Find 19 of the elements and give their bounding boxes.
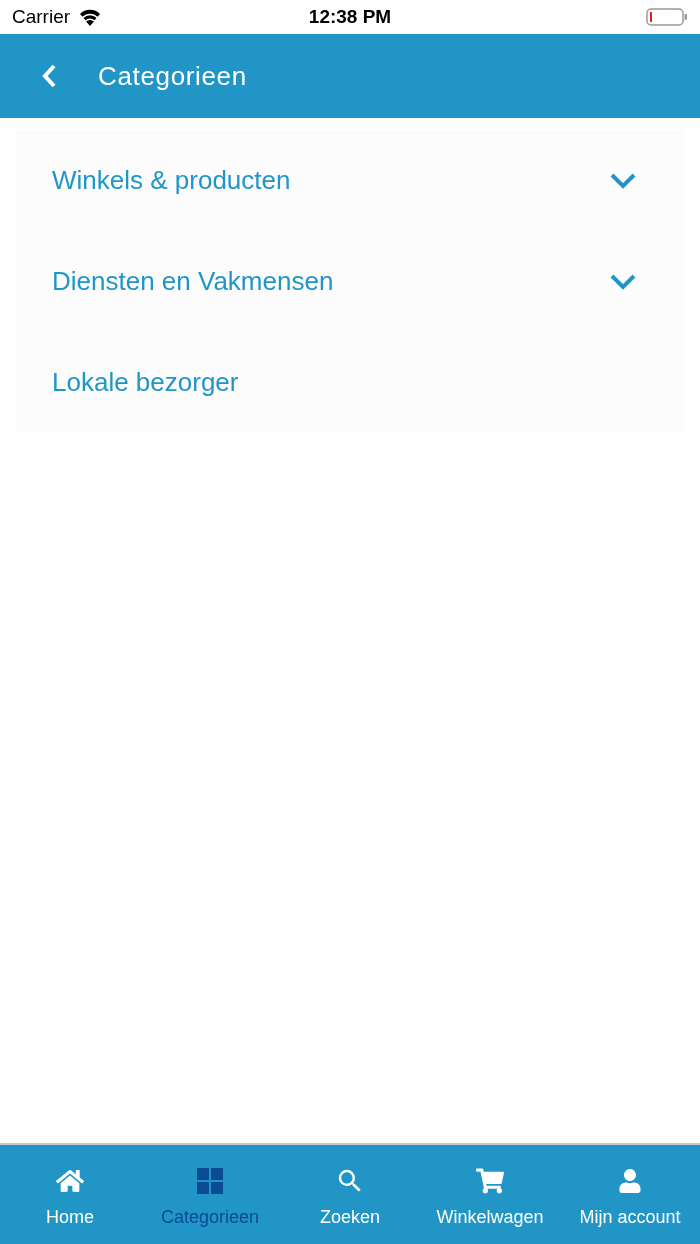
back-button[interactable] <box>40 63 58 89</box>
person-icon <box>618 1169 642 1193</box>
back-icon <box>40 63 58 89</box>
home-icon <box>56 1167 84 1195</box>
tab-item[interactable]: Winkelwagen <box>420 1145 560 1244</box>
grid-icon <box>197 1168 223 1194</box>
tab-item[interactable]: Categorieen <box>140 1145 280 1244</box>
battery-icon <box>646 7 688 27</box>
category-item[interactable]: Diensten en Vakmensen <box>16 231 684 332</box>
category-item[interactable]: Winkels & producten <box>16 130 684 231</box>
wifi-icon <box>78 8 103 26</box>
category-item[interactable]: Lokale bezorger <box>16 332 684 433</box>
tab-item[interactable]: Mijn account <box>560 1145 700 1244</box>
cart-icon <box>476 1167 504 1195</box>
status-time: 12:38 PM <box>308 4 392 29</box>
tab-item[interactable]: Zoeken <box>280 1145 420 1244</box>
carrier-name: Carrier <box>12 4 71 29</box>
header-title: Categorieen <box>98 59 247 93</box>
tab-item[interactable]: Home <box>0 1145 140 1244</box>
